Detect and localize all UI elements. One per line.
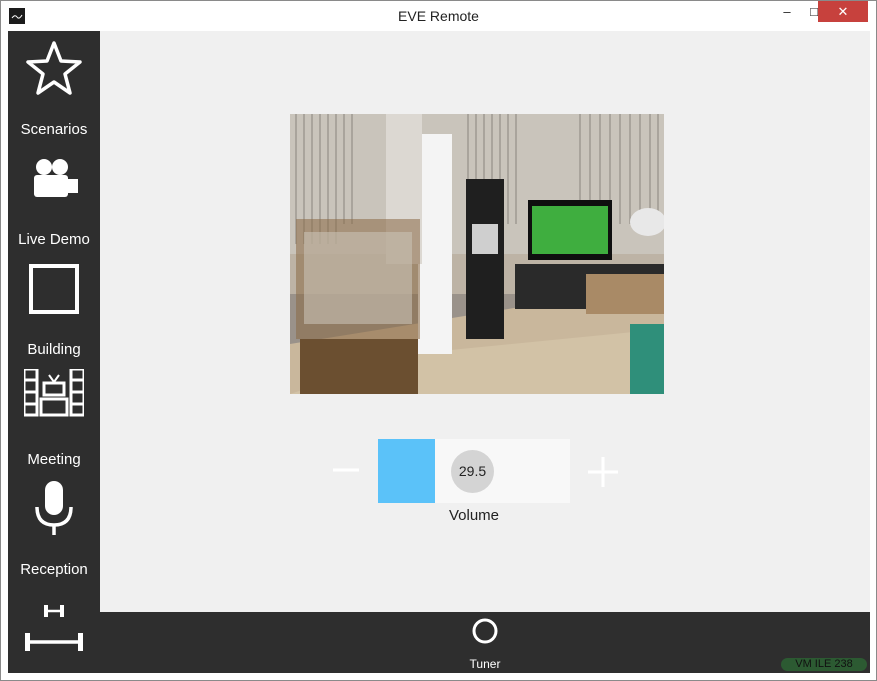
sidebar-item-label: Live Demo	[18, 231, 90, 248]
app-window: EVE Remote – □ ✕ Scenarios Live Demo Bui…	[0, 0, 877, 681]
sidebar-item-scenarios[interactable]: Scenarios	[8, 31, 100, 141]
volume-decrease-button[interactable]	[331, 455, 361, 485]
sidebar-item-label: Building	[27, 341, 81, 358]
sidebar-item-fitness[interactable]	[8, 591, 100, 673]
volume-increase-button[interactable]	[586, 455, 620, 489]
volume-slider[interactable]: 29.5	[378, 439, 570, 503]
close-button[interactable]: ✕	[818, 1, 868, 22]
meeting-room-icon	[24, 369, 84, 417]
sidebar-item-label: Reception	[20, 561, 88, 578]
sidebar-item-meeting[interactable]: Meeting	[8, 361, 100, 471]
star-icon	[26, 41, 82, 95]
status-badge: VM ILE 238	[781, 658, 867, 671]
microphone-icon	[35, 481, 73, 535]
sidebar-item-label: Scenarios	[20, 121, 88, 138]
window-title: EVE Remote	[398, 8, 479, 24]
sidebar-item-reception[interactable]: Reception	[8, 471, 100, 581]
sidebar-item-label: Meeting	[27, 451, 81, 468]
volume-slider-fill	[378, 439, 435, 503]
video-camera-icon	[34, 159, 78, 197]
dumbbell-icon	[25, 605, 83, 651]
title-bar: EVE Remote – □ ✕	[1, 1, 876, 31]
sidebar-item-live-demo[interactable]: Live Demo	[8, 141, 100, 251]
volume-label: Volume	[448, 507, 500, 524]
main-content: 29.5 Volume	[100, 31, 870, 612]
sidebar: Scenarios Live Demo Building Meeting Rec…	[8, 31, 100, 673]
square-icon	[29, 264, 79, 314]
tuner-label: Tuner	[469, 657, 501, 671]
minimize-button[interactable]: –	[772, 1, 802, 22]
tuner-icon[interactable]	[470, 616, 500, 646]
volume-slider-handle[interactable]: 29.5	[451, 450, 494, 493]
sidebar-item-building[interactable]: Building	[8, 251, 100, 361]
camera-feed	[290, 114, 664, 394]
bottom-bar: Tuner VM ILE 238	[100, 612, 870, 673]
